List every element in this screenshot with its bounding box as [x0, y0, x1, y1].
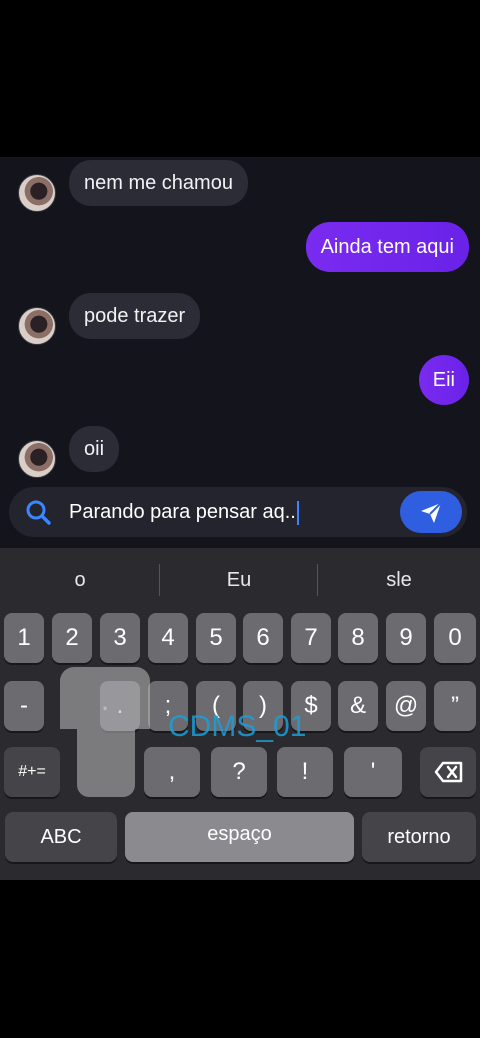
- message-input-value: Parando para pensar aq..: [69, 501, 296, 523]
- message-bubble-incoming[interactable]: nem me chamou: [69, 160, 248, 206]
- key-question[interactable]: ?: [211, 747, 267, 797]
- avatar[interactable]: [18, 307, 56, 345]
- key-8[interactable]: 8: [338, 613, 378, 663]
- send-button[interactable]: [400, 491, 462, 533]
- search-icon[interactable]: [25, 499, 51, 525]
- key-exclamation[interactable]: !: [277, 747, 333, 797]
- key-4[interactable]: 4: [148, 613, 188, 663]
- space-key[interactable]: espaço: [125, 812, 354, 862]
- message-bubble-incoming[interactable]: pode trazer: [69, 293, 201, 339]
- key-ampersand[interactable]: &: [338, 681, 378, 731]
- key-at[interactable]: @: [386, 681, 426, 731]
- key-7[interactable]: 7: [291, 613, 331, 663]
- key-6[interactable]: 6: [243, 613, 283, 663]
- message-bubble-outgoing[interactable]: Eii: [418, 355, 469, 405]
- key-1[interactable]: 1: [4, 613, 44, 663]
- avatar[interactable]: [18, 174, 56, 212]
- avatar[interactable]: [18, 440, 56, 478]
- key-more-symbols[interactable]: #+=: [4, 747, 60, 797]
- bottom-letterbox: [0, 880, 480, 1038]
- suggestion-1[interactable]: o: [0, 548, 160, 612]
- key-5[interactable]: 5: [196, 613, 236, 663]
- key-9[interactable]: 9: [386, 613, 426, 663]
- message-bubble-incoming[interactable]: oii: [69, 426, 120, 472]
- watermark: CDMS_01: [168, 710, 307, 743]
- key-3[interactable]: 3: [100, 613, 140, 663]
- abc-key[interactable]: ABC: [5, 812, 117, 862]
- send-icon: [421, 502, 442, 523]
- message-bubble-outgoing[interactable]: Ainda tem aqui: [305, 222, 469, 272]
- key-preview-char: .: [100, 684, 110, 717]
- suggestion-3[interactable]: sle: [318, 548, 480, 612]
- backspace-key[interactable]: [420, 747, 476, 797]
- key-comma[interactable]: ,: [144, 747, 200, 797]
- key-preview-stem: [77, 729, 135, 797]
- key-quote[interactable]: ”: [434, 681, 476, 731]
- key-preview-popup: .: [60, 667, 150, 729]
- return-key[interactable]: retorno: [362, 812, 476, 862]
- message-composer[interactable]: Parando para pensar aq..: [9, 487, 467, 537]
- text-caret: [296, 500, 299, 525]
- key-0[interactable]: 0: [434, 613, 476, 663]
- key-apostrophe[interactable]: ': [344, 747, 402, 797]
- suggestion-2[interactable]: Eu: [160, 548, 318, 612]
- message-input[interactable]: Parando para pensar aq..: [69, 487, 299, 537]
- backspace-icon: [434, 761, 463, 783]
- key-hyphen[interactable]: -: [4, 681, 44, 731]
- key-2[interactable]: 2: [52, 613, 92, 663]
